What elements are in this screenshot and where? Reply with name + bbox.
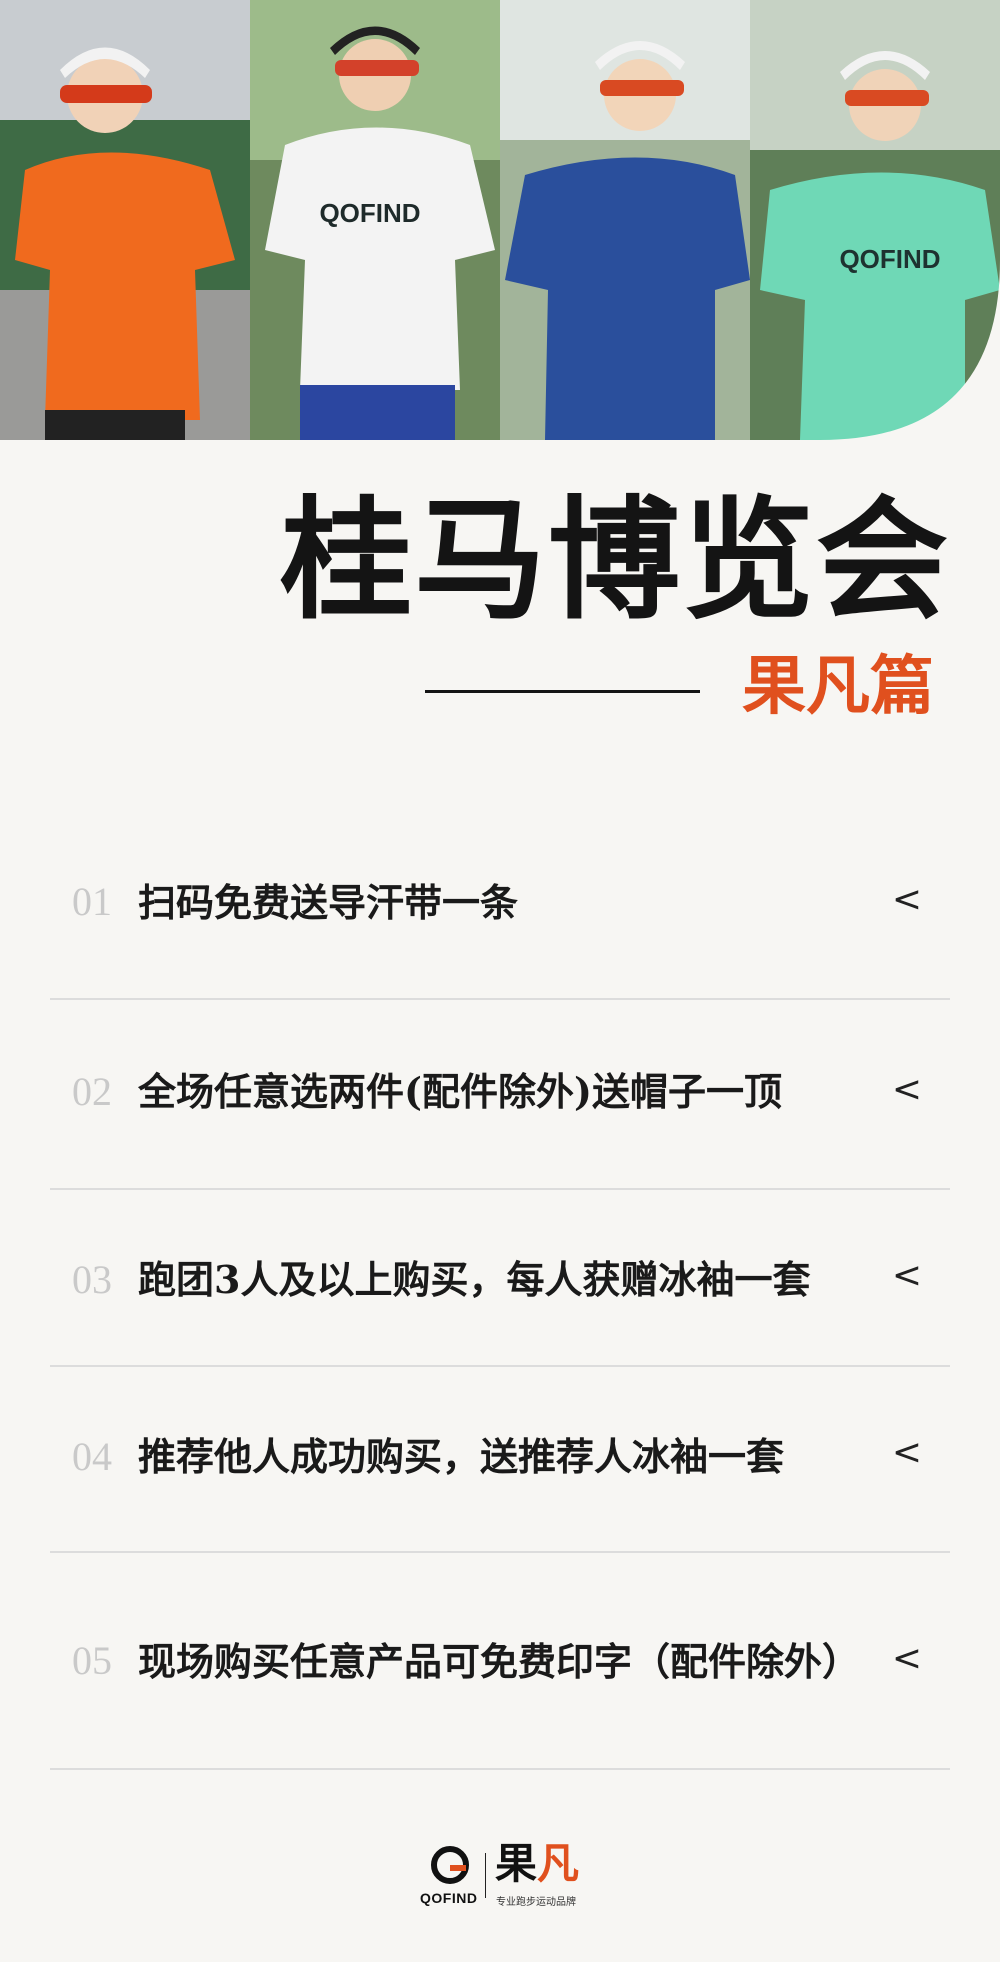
offer-list: 01 扫码免费送导汗带一条 < 02 全场任意选两件(配件除外)送帽子一顶 < … — [50, 820, 950, 1770]
brand-chinese-name: 果凡 — [495, 1843, 579, 1885]
offer-text: 现场购买任意产品可免费印字（配件除外） — [138, 1639, 861, 1684]
chevron-left-icon[interactable]: < — [892, 1072, 922, 1108]
offer-text: 扫码免费送导汗带一条 — [138, 880, 519, 925]
page-title: 桂马博览会 — [280, 483, 950, 638]
offer-text: 推荐他人成功购买，送推荐人冰袖一套 — [138, 1434, 785, 1479]
offer-number: 02 — [72, 1069, 112, 1114]
page-subtitle: 果凡篇 — [742, 649, 934, 724]
qofind-logo-icon — [431, 1846, 469, 1884]
offer-number: 01 — [72, 879, 112, 924]
offer-number: 03 — [72, 1257, 112, 1302]
offer-text: 跑团3人及以上购买，每人获赠冰袖一套 — [138, 1257, 811, 1302]
chevron-left-icon[interactable]: < — [892, 882, 922, 918]
offer-item-05[interactable]: 05 现场购买任意产品可免费印字（配件除外） < — [50, 1553, 950, 1770]
brand-char-1: 果 — [495, 1839, 538, 1888]
offer-number: 04 — [72, 1434, 112, 1479]
offer-number: 05 — [72, 1638, 112, 1683]
offer-item-03[interactable]: 03 跑团3人及以上购买，每人获赠冰袖一套 < — [50, 1190, 950, 1367]
offer-item-04[interactable]: 04 推荐他人成功购买，送推荐人冰袖一套 < — [50, 1367, 950, 1553]
brand-tagline: 专业跑步运动品牌 — [496, 1897, 576, 1908]
chevron-left-icon[interactable]: < — [892, 1435, 922, 1471]
offer-item-01[interactable]: 01 扫码免费送导汗带一条 < — [50, 820, 950, 1000]
offer-text: 全场任意选两件(配件除外)送帽子一顶 — [138, 1069, 782, 1114]
footer-brand: QOFIND 果凡 专业跑步运动品牌 — [0, 1843, 1000, 1909]
chevron-left-icon[interactable]: < — [892, 1641, 922, 1677]
chevron-left-icon[interactable]: < — [892, 1258, 922, 1294]
brand-char-2: 凡 — [537, 1839, 580, 1888]
offer-item-02[interactable]: 02 全场任意选两件(配件除外)送帽子一顶 < — [50, 1000, 950, 1190]
logo-divider — [485, 1853, 486, 1898]
brand-wordmark: QOFIND — [420, 1890, 478, 1906]
title-divider — [425, 690, 700, 693]
